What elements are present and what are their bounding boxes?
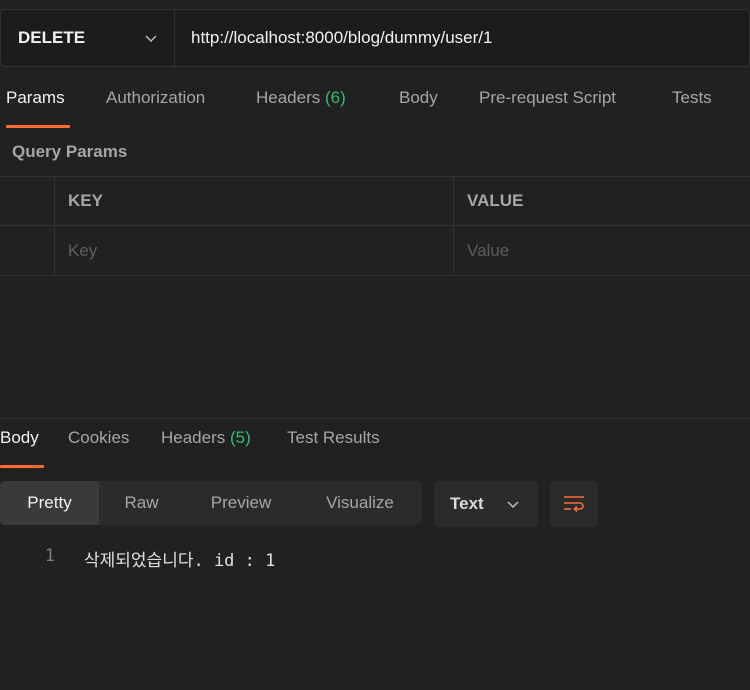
pane-divider[interactable]	[0, 418, 750, 419]
tab-test-results-label: Test Results	[287, 428, 380, 447]
tab-tests-label: Tests	[672, 88, 712, 107]
table-header-row: KEY VALUE	[0, 176, 750, 226]
tab-authorization-label: Authorization	[106, 88, 206, 107]
format-select[interactable]: Text	[434, 481, 538, 527]
response-headers-count-badge: (5)	[230, 428, 251, 447]
checkbox-column-header	[0, 177, 55, 225]
tab-response-body-label: Body	[0, 428, 39, 447]
request-tabs: Params Authorization Headers (6) Body Pr…	[0, 88, 750, 130]
key-column-header: KEY	[55, 177, 454, 225]
wrap-lines-icon	[564, 496, 584, 513]
row-checkbox-cell	[0, 226, 55, 275]
method-select[interactable]: DELETE	[1, 10, 175, 66]
view-mode-group: Pretty Raw Preview Visualize	[0, 481, 422, 525]
value-column-header: VALUE	[467, 191, 524, 210]
tab-response-headers[interactable]: Headers (5)	[161, 428, 251, 470]
tab-test-results[interactable]: Test Results	[287, 428, 380, 470]
tab-cookies-label: Cookies	[68, 428, 130, 447]
tab-headers[interactable]: Headers (6)	[256, 88, 346, 130]
tab-headers-label: Headers	[256, 88, 321, 107]
tab-authorization[interactable]: Authorization	[106, 88, 205, 130]
tab-body-label: Body	[399, 88, 438, 107]
query-params-table: KEY VALUE Key Value	[0, 176, 750, 276]
tab-params[interactable]: Params	[6, 88, 70, 130]
tab-pre-request-script-label: Pre-request Script	[479, 88, 616, 107]
key-input[interactable]: Key	[55, 226, 454, 275]
request-url-bar: DELETE http://localhost:8000/blog/dummy/…	[0, 9, 750, 67]
tab-cookies[interactable]: Cookies	[68, 428, 129, 470]
tab-response-headers-label: Headers	[161, 428, 226, 447]
format-label: Text	[450, 494, 484, 513]
active-tab-indicator	[0, 465, 44, 468]
tab-params-label: Params	[6, 88, 65, 107]
tab-body[interactable]: Body	[399, 88, 438, 130]
method-label: DELETE	[18, 28, 86, 47]
tab-tests[interactable]: Tests	[672, 88, 712, 130]
active-tab-indicator	[6, 125, 70, 128]
query-params-title: Query Params	[12, 142, 128, 161]
value-input[interactable]: Value	[454, 226, 750, 275]
view-preview-button[interactable]: Preview	[184, 481, 298, 525]
view-raw-button[interactable]: Raw	[99, 481, 184, 525]
line-number: 1	[44, 546, 55, 566]
wrap-lines-button[interactable]	[550, 481, 598, 527]
response-tabs: Body Cookies Headers (5) Test Results	[0, 428, 750, 470]
headers-count-badge: (6)	[325, 88, 346, 107]
chevron-down-icon	[145, 35, 157, 43]
view-visualize-button[interactable]: Visualize	[298, 481, 422, 525]
tab-pre-request-script[interactable]: Pre-request Script	[479, 88, 616, 130]
url-input[interactable]: http://localhost:8000/blog/dummy/user/1	[175, 10, 492, 66]
response-line: 삭제되었습니다. id : 1	[84, 551, 276, 571]
chevron-down-icon	[507, 501, 519, 509]
view-pretty-button[interactable]: Pretty	[0, 481, 99, 525]
tab-response-body[interactable]: Body	[0, 428, 44, 470]
table-row: Key Value	[0, 226, 750, 276]
